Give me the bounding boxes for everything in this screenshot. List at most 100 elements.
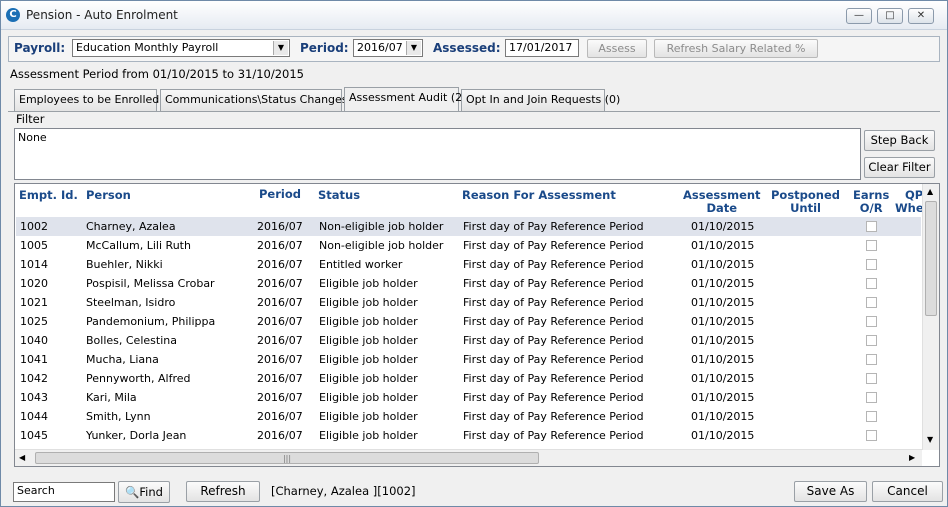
table-row[interactable]: 1005 McCallum, Lili Ruth 2016/07 Non-eligib… [16,236,921,255]
search-input[interactable]: Search [13,482,115,502]
cancel-button[interactable]: Cancel [872,481,943,502]
table-row[interactable]: 1025 Pandemonium, Philippa 2016/07 Eligible… [16,312,921,331]
table-row[interactable]: 1002 Charney, Azalea 2016/07 Non-eligible j… [16,217,921,236]
table-row[interactable]: 1044 Smith, Lynn 2016/07 Eligible job holde… [16,407,921,426]
step-back-button[interactable]: Step Back [864,130,935,151]
cell-reason: First day of Pay Reference Period [463,353,644,366]
scroll-left-icon[interactable]: ◀ [19,453,25,462]
assess-button[interactable]: Assess [587,39,647,58]
cell-person: Buehler, Nikki [86,258,163,271]
cell-reason: First day of Pay Reference Period [463,239,644,252]
cell-assessment-date: 01/10/2015 [691,258,755,271]
earns-or-checkbox[interactable] [866,259,877,270]
cell-status: Eligible job holder [319,429,418,442]
cell-status: Eligible job holder [319,391,418,404]
earns-or-checkbox[interactable] [866,392,877,403]
earns-or-checkbox[interactable] [866,297,877,308]
cell-reason: First day of Pay Reference Period [463,391,644,404]
cell-status: Entitled worker [319,258,403,271]
table-row[interactable]: 1014 Buehler, Nikki 2016/07 Entitled worker… [16,255,921,274]
cell-period: 2016/07 [257,429,303,442]
horizontal-scrollbar[interactable]: ◀ ||| ▶ [15,449,922,466]
cell-person: Pennyworth, Alfred [86,372,191,385]
column-header-qp-when[interactable]: QP Whe [895,189,924,215]
find-button[interactable]: 🔍Find [118,481,170,503]
earns-or-checkbox[interactable] [866,335,877,346]
tab-opt-in-join-requests[interactable]: Opt In and Join Requests (0) [461,89,620,111]
table-row[interactable]: 1043 Kari, Mila 2016/07 Eligible job holder… [16,388,921,407]
scroll-right-icon[interactable]: ▶ [909,453,915,462]
cell-assessment-date: 01/10/2015 [691,239,755,252]
clear-filter-button[interactable]: Clear Filter [864,157,935,178]
cell-reason: First day of Pay Reference Period [463,315,644,328]
cell-assessment-date: 01/10/2015 [691,353,755,366]
earns-or-checkbox[interactable] [866,221,877,232]
scroll-up-icon[interactable]: ▲ [927,187,933,196]
cell-period: 2016/07 [257,410,303,423]
table-row[interactable]: 1045 Yunker, Dorla Jean 2016/07 Eligible jo… [16,426,921,445]
assessed-date-field[interactable]: 17/01/2017 [505,39,579,57]
cell-assessment-date: 01/10/2015 [691,372,755,385]
cell-reason: First day of Pay Reference Period [463,429,644,442]
earns-or-checkbox[interactable] [866,240,877,251]
column-header-earns-or[interactable]: Earns O/R [853,189,889,215]
cell-reason: First day of Pay Reference Period [463,296,644,309]
cell-assessment-date: 01/10/2015 [691,315,755,328]
period-select[interactable]: 2016/07 ▼ [353,39,423,57]
cell-empt-id: 1045 [20,429,48,442]
filter-textbox[interactable]: None [14,128,861,180]
earns-or-checkbox[interactable] [866,430,877,441]
chevron-down-icon[interactable]: ▼ [273,41,288,55]
earns-or-checkbox[interactable] [866,316,877,327]
earns-or-checkbox[interactable] [866,373,877,384]
cell-person: Bolles, Celestina [86,334,177,347]
column-header-empt-id[interactable]: Empt. Id. [19,189,78,202]
column-header-person[interactable]: Person [86,189,131,202]
refresh-salary-button[interactable]: Refresh Salary Related % [654,39,818,58]
cell-status: Eligible job holder [319,315,418,328]
cell-status: Eligible job holder [319,410,418,423]
vertical-scroll-thumb[interactable] [925,201,937,316]
payroll-select[interactable]: Education Monthly Payroll ▼ [72,39,290,57]
cell-period: 2016/07 [257,315,303,328]
earns-or-checkbox[interactable] [866,278,877,289]
scroll-down-icon[interactable]: ▼ [927,435,933,444]
maximize-button[interactable]: □ [877,8,903,24]
cell-assessment-date: 01/10/2015 [691,277,755,290]
table-row[interactable]: 1042 Pennyworth, Alfred 2016/07 Eligible jo… [16,369,921,388]
tab-assessment-audit[interactable]: Assessment Audit (24) [344,87,473,112]
column-header-status[interactable]: Status [318,189,360,202]
earns-or-checkbox[interactable] [866,411,877,422]
payroll-label: Payroll: [14,41,66,55]
cell-person: Yunker, Dorla Jean [86,429,187,442]
magnifier-icon: 🔍 [125,485,140,499]
chevron-down-icon[interactable]: ▼ [406,41,421,55]
table-row[interactable]: 1020 Pospisil, Melissa Crobar 2016/07 Eligi… [16,274,921,293]
cell-person: Mucha, Liana [86,353,159,366]
cell-period: 2016/07 [257,391,303,404]
tab-communications-status-changes[interactable]: Communications\Status Changes (0) [160,89,367,111]
save-as-button[interactable]: Save As [794,481,867,502]
period-select-value: 2016/07 [357,41,403,54]
cell-assessment-date: 01/10/2015 [691,391,755,404]
cell-status: Non-eligible job holder [319,220,444,233]
cell-assessment-date: 01/10/2015 [691,334,755,347]
column-header-reason[interactable]: Reason For Assessment [462,189,616,202]
column-header-postponed-until[interactable]: Postponed Until [771,189,840,215]
minimize-button[interactable]: — [846,8,872,24]
tab-employees-to-be-enrolled[interactable]: Employees to be Enrolled (0) [14,89,178,111]
table-row[interactable]: 1040 Bolles, Celestina 2016/07 Eligible job… [16,331,921,350]
filter-label: Filter [16,112,45,126]
cell-person: McCallum, Lili Ruth [86,239,191,252]
refresh-button[interactable]: Refresh [186,481,260,502]
cell-reason: First day of Pay Reference Period [463,334,644,347]
horizontal-scroll-thumb[interactable]: ||| [35,452,539,464]
column-header-period[interactable]: Period [259,188,301,201]
column-header-assessment-date[interactable]: Assessment Date [683,189,761,215]
earns-or-checkbox[interactable] [866,354,877,365]
cell-status: Eligible job holder [319,372,418,385]
table-row[interactable]: 1021 Steelman, Isidro 2016/07 Eligible job … [16,293,921,312]
table-row[interactable]: 1041 Mucha, Liana 2016/07 Eligible job hold… [16,350,921,369]
vertical-scrollbar[interactable]: ▲ ▼ [922,184,939,450]
close-button[interactable]: ✕ [908,8,934,24]
